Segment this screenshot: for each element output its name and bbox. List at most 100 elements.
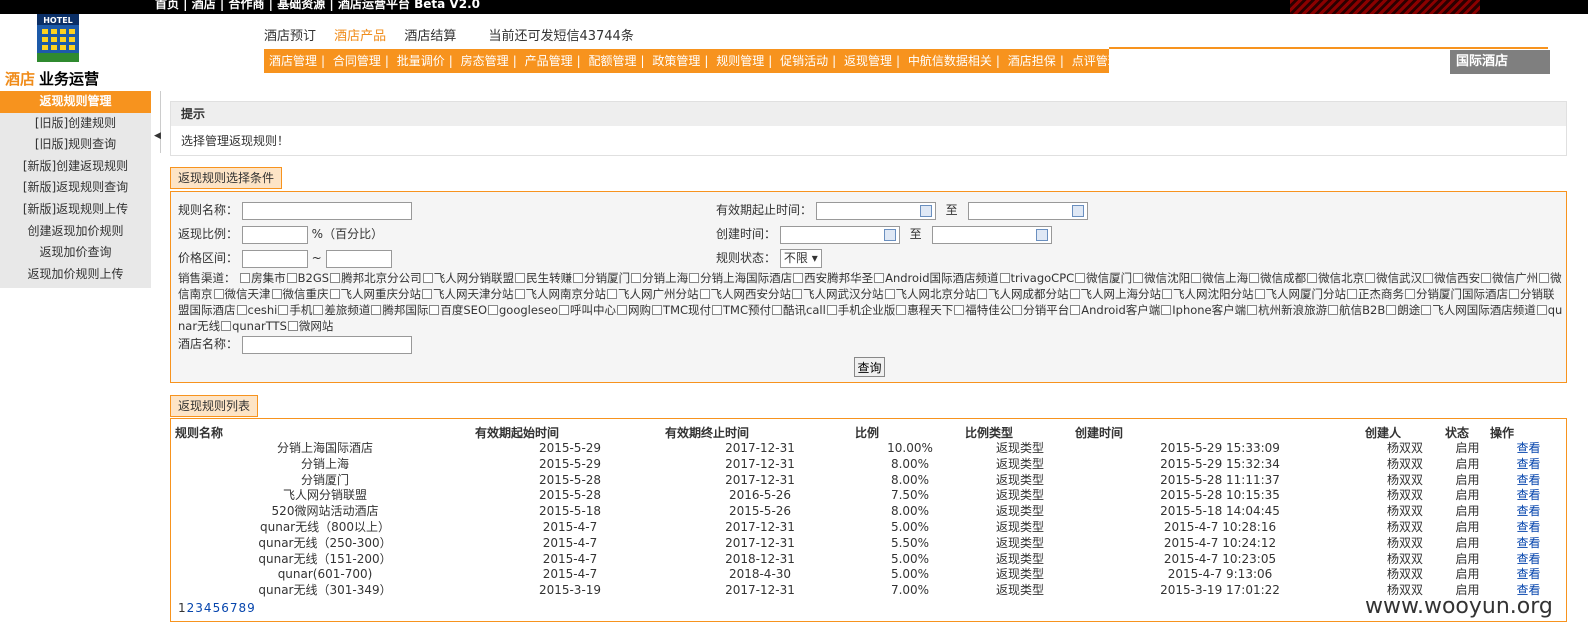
module-tab-booking[interactable]: 酒店预订 — [264, 29, 316, 44]
view-link[interactable]: 查看 — [1490, 504, 1567, 520]
sidebar-item[interactable]: [旧版]规则查询 — [0, 134, 151, 156]
channel-checkbox[interactable] — [999, 273, 1010, 283]
channel-checkbox[interactable] — [313, 305, 324, 315]
intl-hotel-button[interactable]: 国际酒店 — [1450, 50, 1550, 74]
sidebar-item[interactable]: [新版]返现规则上传 — [0, 199, 151, 221]
menu-item[interactable]: 配额管理 — [588, 54, 636, 68]
module-tab-product[interactable]: 酒店产品 — [334, 29, 386, 44]
calendar-icon[interactable] — [883, 228, 896, 241]
top-links[interactable]: 首页 | 酒店 | 合作商 | 基础资源 | 酒店运营平台 Beta V2.0 — [155, 0, 480, 12]
price-max-input[interactable] — [325, 249, 392, 268]
valid-start-input[interactable] — [815, 201, 936, 220]
created-start-input[interactable] — [779, 225, 900, 244]
channel-checkbox[interactable] — [1012, 305, 1023, 315]
page-link[interactable]: 9 — [247, 601, 256, 615]
page-link[interactable]: 3 — [195, 601, 204, 615]
channel-checkbox[interactable] — [712, 305, 723, 315]
channel-checkbox[interactable] — [422, 273, 433, 283]
calendar-icon[interactable] — [919, 204, 932, 217]
sidebar-item[interactable]: 返现加价规则上传 — [0, 264, 151, 286]
channel-checkbox[interactable] — [617, 305, 628, 315]
channel-checkbox[interactable] — [515, 273, 526, 283]
channel-checkbox[interactable] — [559, 305, 570, 315]
channel-checkbox[interactable] — [221, 321, 232, 331]
channel-checkbox[interactable] — [488, 305, 498, 315]
price-min-input[interactable] — [241, 249, 308, 268]
channel-checkbox[interactable] — [1070, 305, 1081, 315]
channel-checkbox[interactable] — [874, 273, 885, 283]
channel-checkbox[interactable] — [429, 305, 440, 315]
view-link[interactable]: 查看 — [1490, 520, 1567, 536]
channel-checkbox[interactable] — [514, 289, 525, 299]
channel-checkbox[interactable] — [1347, 289, 1357, 299]
channel-checkbox[interactable] — [278, 305, 289, 315]
ratio-input[interactable] — [241, 225, 308, 244]
page-link[interactable]: 4 — [204, 601, 213, 615]
channel-checkbox[interactable] — [977, 289, 987, 299]
sidebar-item[interactable]: [新版]返现规则查询 — [0, 177, 151, 199]
channel-checkbox[interactable] — [1539, 273, 1550, 283]
view-link[interactable]: 查看 — [1490, 441, 1567, 457]
channel-checkbox[interactable] — [573, 273, 584, 283]
channel-checkbox[interactable] — [213, 289, 224, 299]
channel-checkbox[interactable] — [1075, 273, 1086, 283]
page-link[interactable]: 6 — [221, 601, 230, 615]
channel-checkbox[interactable] — [793, 273, 804, 283]
channel-checkbox[interactable] — [1161, 305, 1172, 315]
menu-item[interactable]: 返现管理 — [844, 54, 892, 68]
channel-checkbox[interactable] — [1405, 289, 1415, 299]
channel-checkbox[interactable] — [699, 289, 710, 299]
sidebar-item[interactable]: [旧版]创建规则 — [0, 113, 151, 135]
sidebar-item[interactable]: 返现加价查询 — [0, 242, 151, 264]
channel-checkbox[interactable] — [1162, 289, 1172, 299]
channel-checkbox[interactable] — [422, 289, 432, 299]
channel-checkbox[interactable] — [1307, 273, 1318, 283]
channel-checkbox[interactable] — [330, 273, 341, 283]
channel-checkbox[interactable] — [1247, 305, 1258, 315]
menu-item[interactable]: 房态管理 — [461, 54, 509, 68]
channel-checkbox[interactable] — [329, 289, 340, 299]
channel-checkbox[interactable] — [954, 305, 965, 315]
menu-item[interactable]: 合同管理 — [333, 54, 381, 68]
query-button[interactable]: 查询 — [854, 357, 885, 377]
channel-checkbox[interactable] — [826, 305, 837, 315]
channel-checkbox[interactable] — [287, 321, 298, 331]
rule-name-input[interactable] — [241, 201, 412, 220]
channel-checkbox[interactable] — [236, 305, 247, 315]
channel-checkbox[interactable] — [884, 289, 895, 299]
channel-checkbox[interactable] — [371, 305, 382, 315]
valid-end-input[interactable] — [967, 201, 1088, 220]
page-link[interactable]: 8 — [238, 601, 247, 615]
channel-checkbox[interactable] — [652, 305, 663, 315]
channel-checkbox[interactable] — [1191, 273, 1202, 283]
channel-checkbox[interactable] — [1254, 289, 1265, 299]
channel-checkbox[interactable] — [1509, 289, 1519, 299]
page-link[interactable]: 1 — [178, 601, 187, 615]
channel-checkbox[interactable] — [1365, 273, 1376, 283]
channel-checkbox[interactable] — [286, 273, 297, 283]
channel-checkbox[interactable] — [271, 289, 282, 299]
channel-checkbox[interactable] — [1069, 289, 1080, 299]
menu-item[interactable]: 促销活动 — [780, 54, 828, 68]
collapse-arrow-icon[interactable]: ◀ — [154, 131, 161, 141]
channel-checkbox[interactable] — [631, 273, 642, 283]
module-tab-settlement[interactable]: 酒店结算 — [404, 29, 456, 44]
channel-checkbox[interactable] — [1386, 305, 1397, 315]
sidebar-toggle[interactable]: ◀ — [153, 91, 161, 153]
channel-checkbox[interactable] — [1481, 273, 1492, 283]
menu-item[interactable]: 政策管理 — [652, 54, 700, 68]
calendar-icon[interactable] — [1035, 228, 1048, 241]
channel-checkbox[interactable] — [689, 273, 700, 283]
menu-item[interactable]: 酒店管理 — [269, 54, 317, 68]
sidebar-item[interactable]: 创建返现加价规则 — [0, 221, 151, 243]
sidebar-title[interactable]: 返现规则管理 — [0, 91, 151, 113]
page-link[interactable]: 2 — [187, 601, 196, 615]
view-link[interactable]: 查看 — [1490, 567, 1567, 583]
menu-item[interactable]: 酒店担保 — [1008, 54, 1056, 68]
channel-checkbox[interactable] — [607, 289, 617, 299]
channel-checkbox[interactable] — [1328, 305, 1339, 315]
view-link[interactable]: 查看 — [1490, 536, 1567, 552]
channel-checkbox[interactable] — [1421, 305, 1432, 315]
filter-tab[interactable]: 返现规则选择条件 — [170, 167, 283, 189]
calendar-icon[interactable] — [1071, 204, 1084, 217]
